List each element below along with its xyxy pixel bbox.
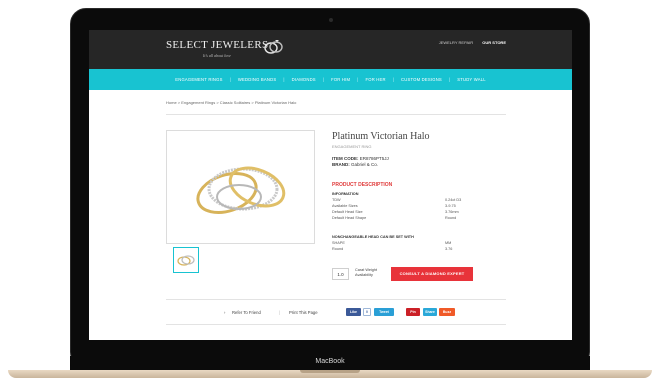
product-title: Platinum Victorian Halo (332, 131, 430, 142)
share-bar: › Refer To Friend | Print This Page Like… (166, 307, 506, 321)
info-heading: INFORMATION (332, 192, 359, 196)
laptop-notch (300, 370, 360, 373)
nav-custom-designs[interactable]: CUSTOM DESIGNS (401, 77, 442, 82)
browser-screen: SELECT JEWELERS It's all about love JEWE… (89, 30, 572, 340)
head-heading: NONCHANGEABLE HEAD CAN BE SET WITH (332, 235, 414, 239)
head-value: 3.76 (445, 247, 453, 251)
head-row: SHAPE MM (332, 241, 472, 245)
head-label: SHAPE (332, 241, 345, 245)
brand: BRAND: Gabriel & Co. (332, 162, 378, 167)
divider (166, 114, 506, 115)
pinterest-pin-button[interactable]: Pin (406, 308, 420, 316)
info-label: Default Head Shape (332, 216, 367, 220)
divider (166, 299, 506, 300)
nav-separator: | (283, 77, 285, 82)
info-label: Default Head Size (332, 210, 363, 214)
link-jewelry-repair[interactable]: JEWELRY REPAIR (439, 40, 473, 45)
info-label: TDW (332, 198, 341, 202)
quantity-input[interactable]: 1.0 (332, 268, 349, 280)
product-image[interactable] (166, 130, 315, 244)
link-our-store[interactable]: OUR STORE (482, 40, 506, 45)
info-row: Default Head Size 3.76mm (332, 210, 472, 214)
share-button[interactable]: Share (423, 308, 437, 316)
refer-icon: › (224, 310, 226, 315)
availability-label: Availability (355, 273, 373, 277)
info-row: Available Sizes 3-9.75 (332, 204, 472, 208)
product-thumbnail[interactable] (173, 247, 199, 273)
info-row: Default Head Shape Round (332, 216, 472, 220)
item-code-label: ITEM CODE: (332, 156, 359, 161)
twitter-tweet-button[interactable]: Tweet (374, 308, 394, 316)
nav-separator: | (322, 77, 325, 82)
divider (166, 324, 506, 325)
info-value: 3-9.75 (445, 204, 456, 208)
quantity-labels: Carat Weight Availability (355, 268, 389, 278)
ring-product-image (196, 166, 286, 214)
main-nav: ENGAGEMENT RINGS | WEDDING BANDS | DIAMO… (89, 69, 572, 90)
info-value: 0.24ct D3 (445, 198, 462, 202)
head-row: Round 3.76 (332, 247, 472, 251)
camera-dot (329, 18, 333, 22)
refer-friend-link[interactable]: Refer To Friend (232, 310, 261, 315)
logo-tagline: It's all about love (203, 53, 231, 58)
head-value: MM (445, 241, 452, 245)
nav-separator: | (229, 77, 231, 82)
nav-wedding-bands[interactable]: WEDDING BANDS (238, 77, 276, 82)
site-logo[interactable]: SELECT JEWELERS (166, 39, 268, 51)
item-code: ITEM CODE: ER8786PT5JJ (332, 156, 389, 161)
brand-label: BRAND: (332, 162, 350, 167)
info-label: Available Sizes (332, 204, 358, 208)
nav-diamonds[interactable]: DIAMONDS (292, 77, 316, 82)
brand-value: Gabriel & Co. (351, 162, 379, 167)
nav-separator: | (448, 77, 451, 82)
description-heading: PRODUCT DESCRIPTION (332, 182, 393, 188)
nav-separator: | (392, 77, 395, 82)
info-value: Round (445, 216, 457, 220)
info-value: 3.76mm (445, 210, 459, 214)
head-label: Round (332, 247, 344, 251)
product-subtitle: ENGAGEMENT RING (332, 144, 372, 149)
item-code-value: ER8786PT5JJ (359, 156, 389, 161)
nav-study-wall[interactable]: STUDY WALL (457, 77, 486, 82)
consult-expert-button[interactable]: CONSULT A DIAMOND EXPERT (391, 267, 473, 281)
nav-separator: | (357, 77, 359, 82)
ring-thumbnail-image (177, 255, 195, 266)
footer-separator: | (279, 310, 281, 315)
site-header: SELECT JEWELERS It's all about love JEWE… (89, 30, 572, 69)
info-row: TDW 0.24ct D3 (332, 198, 472, 202)
facebook-like-button[interactable]: Like (346, 308, 361, 316)
nav-for-her[interactable]: FOR HER (365, 77, 385, 82)
nav-for-him[interactable]: FOR HIM (331, 77, 350, 82)
ring-logo-icon (264, 40, 283, 54)
nav-engagement-rings[interactable]: ENGAGEMENT RINGS (175, 77, 222, 82)
buzz-button[interactable]: Buzz (439, 308, 455, 316)
device-label: MacBook (315, 358, 345, 365)
top-links: JEWELRY REPAIR OUR STORE (431, 40, 506, 45)
like-count: 0 (363, 308, 371, 316)
breadcrumb[interactable]: Home > Engagement Rings > Classic Solita… (166, 100, 296, 105)
print-page-link[interactable]: Print This Page (289, 310, 318, 315)
